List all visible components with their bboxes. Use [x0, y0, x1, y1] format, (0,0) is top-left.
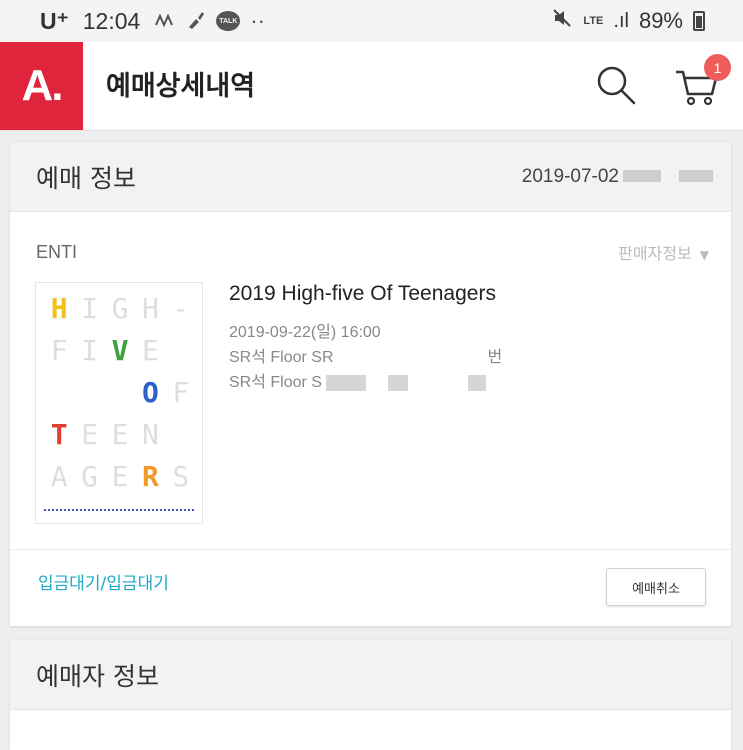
battery-icon: [693, 11, 705, 31]
seller-row: ENTI 판매자정보 ▼: [36, 240, 709, 264]
poster-letter: [166, 333, 196, 369]
poster-letter: I: [81, 334, 99, 367]
poster-letter: V: [111, 334, 129, 367]
poster-footer: [44, 509, 194, 515]
event-poster[interactable]: HIGH-FIVEOFTEENAGERS: [35, 282, 203, 524]
payment-status: 입금대기/입금대기: [38, 574, 169, 594]
cart-count-badge: 1: [704, 54, 731, 81]
booker-info-header: 예매자 정보: [10, 640, 731, 710]
poster-letter: R: [141, 460, 159, 493]
poster-letter: H: [50, 292, 68, 325]
poster-letter: [74, 375, 104, 411]
divider: [10, 549, 731, 550]
kakaotalk-icon: TALK: [216, 11, 241, 31]
poster-letter: [44, 375, 74, 411]
battery-level: 89%: [638, 8, 683, 33]
order-date: 2019-07-02: [522, 166, 713, 188]
section-title: 예매 정보: [36, 163, 136, 193]
booking-info-card: 예매 정보 2019-07-02 ENTI 판매자정보 ▼ HIGH-FIVEOF…: [10, 142, 731, 626]
poster-letter: E: [111, 460, 129, 493]
poster-letter: O: [141, 376, 159, 409]
redacted-time-2: [679, 170, 713, 183]
section-title: 예매자 정보: [36, 661, 159, 691]
redacted-time: [623, 170, 661, 183]
event-title[interactable]: 2019 High-five Of Teenagers: [229, 282, 496, 306]
seat-1-text: SR석 Floor SR: [229, 349, 334, 366]
page-title: 예매상세내역: [106, 71, 256, 102]
redacted-seat-1: [337, 349, 488, 366]
carrier-label: U⁺: [40, 7, 69, 34]
notification-icon: [154, 13, 176, 30]
poster-letter: F: [172, 376, 190, 409]
seat-1-suffix: 번: [487, 349, 503, 366]
event-datetime: 2019-09-22(일) 16:00: [229, 324, 381, 341]
seller-name: ENTI: [36, 241, 78, 262]
poster-letter: H: [141, 292, 159, 325]
booking-info-header: 예매 정보 2019-07-02: [10, 142, 731, 212]
poster-letter: E: [81, 418, 99, 451]
poster-letter: G: [111, 292, 129, 325]
order-date-value: 2019-07-02: [521, 165, 619, 187]
signal-icon: .ıl: [613, 9, 629, 32]
seller-info-toggle[interactable]: 판매자정보 ▼: [618, 240, 709, 264]
cleaner-icon: [186, 10, 206, 33]
poster-letter: F: [50, 334, 68, 367]
poster-letter: [105, 375, 135, 411]
poster-letter: -: [172, 292, 190, 325]
redacted-seat-2a: [325, 374, 366, 391]
more-notifications-icon: ··: [250, 8, 265, 33]
event-seat-2: SR석 Floor S: [229, 368, 486, 392]
poster-letter: A: [50, 460, 68, 493]
booker-info-card: 예매자 정보: [10, 640, 731, 750]
app-header: A. 예매상세내역: [0, 42, 743, 131]
poster-letter: N: [141, 418, 159, 451]
poster-letter: E: [141, 334, 159, 367]
clock: 12:04: [82, 7, 141, 34]
redacted-seat-2b: [387, 374, 408, 391]
brand-logo[interactable]: A.: [0, 42, 83, 130]
redacted-seat-2c: [467, 374, 486, 391]
poster-letter: E: [111, 418, 129, 451]
poster-letter: T: [50, 418, 68, 451]
seat-2-text: SR석 Floor S: [229, 374, 322, 391]
poster-letter: G: [81, 460, 99, 493]
poster-letter: S: [172, 460, 190, 493]
poster-letters: HIGH-FIVEOFTEENAGERS: [44, 291, 196, 495]
mute-icon: [551, 7, 573, 35]
status-bar: U⁺ 12:04 TALK ·· LTE .ıl 89%: [0, 0, 743, 42]
event-seat-1: SR석 Floor SR 번: [229, 343, 502, 367]
network-type: LTE: [583, 15, 604, 27]
poster-letter: I: [81, 292, 99, 325]
search-icon[interactable]: [595, 64, 637, 106]
seller-info-label: 판매자정보: [618, 244, 692, 263]
cancel-booking-button[interactable]: 예매취소: [606, 568, 706, 606]
poster-letter: [166, 417, 196, 453]
chevron-down-icon: ▼: [699, 248, 709, 262]
